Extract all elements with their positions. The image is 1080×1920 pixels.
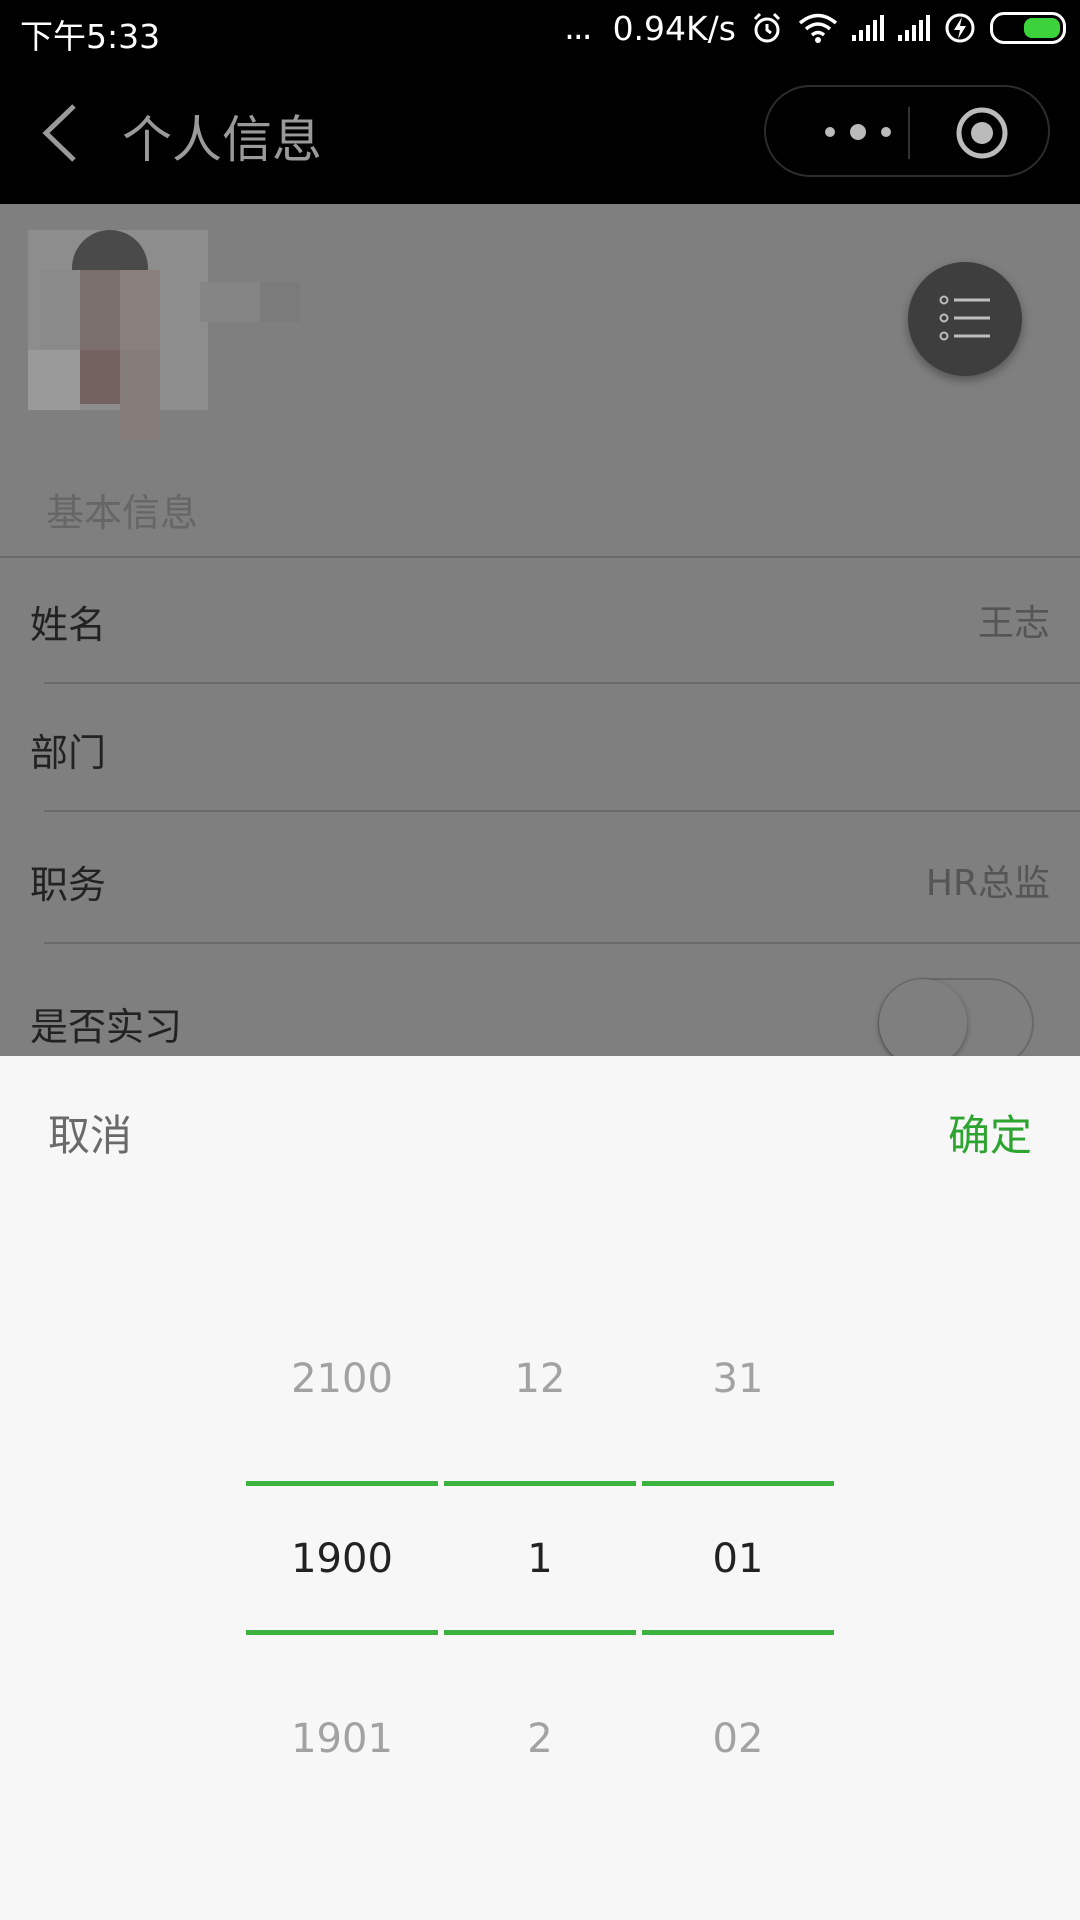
status-more-dots: ... xyxy=(564,8,592,48)
net-speed: 0.94K/s xyxy=(612,8,736,48)
picker-option[interactable]: 2 xyxy=(444,1716,636,1762)
toggle-knob xyxy=(879,979,967,1067)
list-menu-icon xyxy=(939,295,990,341)
field-row-department[interactable]: 部门 xyxy=(0,684,1080,812)
field-label: 部门 xyxy=(30,731,107,775)
wifi-icon xyxy=(798,13,838,43)
more-dots-icon[interactable] xyxy=(808,115,908,149)
selection-indicator xyxy=(444,1481,636,1486)
status-icons: ... 0.94K/s xyxy=(564,8,1066,48)
section-title: 基本信息 xyxy=(46,491,199,535)
selection-indicator xyxy=(246,1481,438,1486)
date-picker-sheet: 取消 确定 2100 1900 1901 12 1 2 31 01 02 xyxy=(0,1056,1080,1920)
picker-column-year[interactable]: 2100 1900 1901 xyxy=(246,1056,438,1920)
field-row-position[interactable]: 职务 HR总监 xyxy=(0,816,1080,944)
capsule-divider xyxy=(908,107,910,159)
picker-option-selected[interactable]: 1900 xyxy=(246,1536,438,1582)
cancel-button[interactable]: 取消 xyxy=(48,1102,132,1163)
signal-icon xyxy=(852,15,884,41)
field-label: 姓名 xyxy=(30,603,107,647)
confirm-button[interactable]: 确定 xyxy=(948,1102,1032,1163)
signal-icon xyxy=(898,15,930,41)
divider xyxy=(44,810,1080,812)
picker-option-selected[interactable]: 01 xyxy=(642,1536,834,1582)
profile-page: 基本信息 姓名 王志 部门 职务 HR总监 是否实习 xyxy=(0,204,1080,1056)
picker-option[interactable]: 02 xyxy=(642,1716,834,1762)
selection-indicator xyxy=(642,1630,834,1635)
picker-option[interactable]: 31 xyxy=(642,1356,834,1402)
picker-option[interactable]: 12 xyxy=(444,1356,636,1402)
avatar[interactable] xyxy=(28,230,328,440)
status-bar: 下午5:33 ... 0.94K/s xyxy=(0,0,1080,62)
field-label: 职务 xyxy=(30,863,107,907)
field-value: 王志 xyxy=(977,603,1050,644)
selection-indicator xyxy=(642,1481,834,1486)
alarm-icon xyxy=(753,12,781,43)
selection-indicator xyxy=(444,1630,636,1635)
divider xyxy=(44,942,1080,944)
nav-bar: 个人信息 xyxy=(0,62,1080,204)
field-row-name[interactable]: 姓名 王志 xyxy=(0,556,1080,684)
field-label: 是否实习 xyxy=(30,1005,183,1049)
divider xyxy=(0,556,1080,558)
picker-column-day[interactable]: 31 01 02 xyxy=(642,1056,834,1920)
charging-icon xyxy=(945,13,975,43)
selection-indicator xyxy=(246,1630,438,1635)
picker-option-selected[interactable]: 1 xyxy=(444,1536,636,1582)
intern-toggle[interactable] xyxy=(878,978,1034,1068)
target-circle-icon[interactable] xyxy=(954,105,1010,161)
page-title: 个人信息 xyxy=(122,111,322,169)
picker-column-month[interactable]: 12 1 2 xyxy=(444,1056,636,1920)
picker-option[interactable]: 1901 xyxy=(246,1716,438,1762)
chevron-left-icon[interactable] xyxy=(34,98,94,168)
mini-program-capsule xyxy=(764,85,1050,177)
picker-option[interactable]: 2100 xyxy=(246,1356,438,1402)
status-time: 下午5:33 xyxy=(20,17,161,56)
field-value: HR总监 xyxy=(925,863,1050,904)
list-menu-button[interactable] xyxy=(908,262,1022,376)
battery-icon xyxy=(990,12,1066,44)
